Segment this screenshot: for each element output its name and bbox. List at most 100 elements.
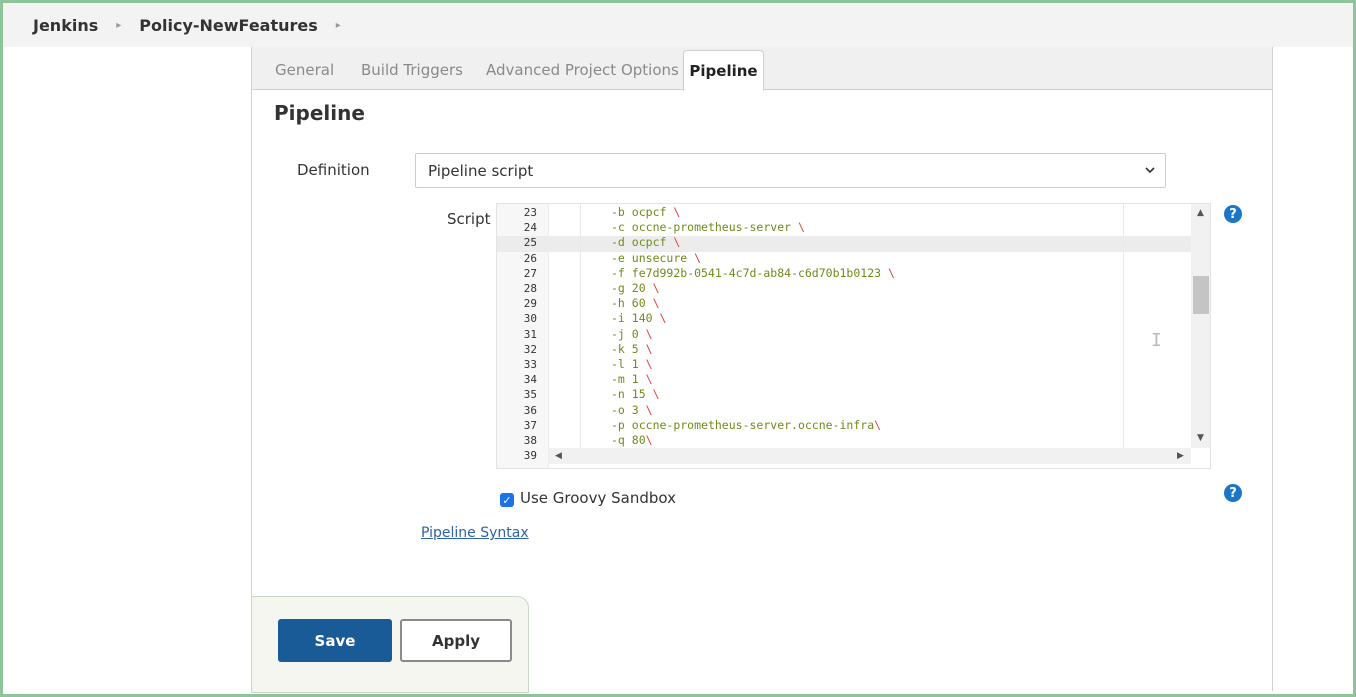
code-continuation: \ xyxy=(638,357,653,371)
vertical-scroll-thumb[interactable] xyxy=(1193,276,1209,314)
chevron-right-icon[interactable]: ▸ xyxy=(336,20,341,31)
line-number: 31 xyxy=(523,327,537,341)
tab-build-triggers[interactable]: Build Triggers xyxy=(361,61,463,79)
code-continuation: \ xyxy=(645,387,660,402)
code-value: occne-prometheus-server xyxy=(631,220,792,235)
code-value: 1 xyxy=(631,372,639,387)
code-option: -n xyxy=(611,387,625,402)
code-option: -e xyxy=(611,250,625,265)
definition-label: Definition xyxy=(297,161,370,179)
script-label: Script xyxy=(447,210,491,228)
code-option: -k xyxy=(611,341,625,356)
tab-advanced-project-options[interactable]: Advanced Project Options xyxy=(486,61,679,79)
code-value: unsecure xyxy=(631,250,688,265)
script-editor[interactable]: I ▲ ▼ ◀ ▶ 23 -b ocpcf \ 24 -c occne-prometh… xyxy=(496,203,1211,469)
line-number: 29 xyxy=(523,297,537,311)
code-continuation: \ xyxy=(666,235,681,250)
active-line-highlight xyxy=(497,236,1191,252)
code-value: 140 xyxy=(631,311,653,326)
code-value: 3 xyxy=(631,402,639,417)
code-line: -n 15 \ xyxy=(611,387,660,401)
scroll-up-icon[interactable]: ▲ xyxy=(1197,208,1204,218)
chevron-right-icon[interactable]: ▸ xyxy=(116,20,121,31)
line-number: 38 xyxy=(523,434,537,447)
line-number: 33 xyxy=(523,358,537,371)
code-value: 20 xyxy=(631,281,646,295)
code-option: -m xyxy=(611,372,625,387)
section-title: Pipeline xyxy=(274,101,365,125)
chevron-down-icon xyxy=(1145,167,1155,174)
definition-value: Pipeline script xyxy=(428,161,534,180)
code-option: -c xyxy=(611,220,625,235)
code-option: -q xyxy=(611,433,625,447)
code-line: -l 1 \ xyxy=(611,357,653,371)
scroll-right-icon[interactable]: ▶ xyxy=(1177,451,1184,461)
code-option: -h xyxy=(611,296,625,311)
pipeline-syntax-link[interactable]: Pipeline Syntax xyxy=(421,525,529,541)
code-continuation: \ xyxy=(881,265,895,280)
code-line: -j 0 \ xyxy=(611,327,653,341)
vertical-scrollbar[interactable] xyxy=(1191,204,1210,448)
code-continuation: \ xyxy=(645,281,660,295)
sandbox-help-icon[interactable]: ? xyxy=(1224,484,1242,502)
scroll-left-icon[interactable]: ◀ xyxy=(555,451,562,461)
print-margin xyxy=(1123,204,1124,448)
line-number: 37 xyxy=(523,418,537,432)
code-value: 80 xyxy=(631,433,646,447)
code-line: -f fe7d992b-0541-4c7d-ab84-c6d70b1b0123 … xyxy=(611,266,895,280)
line-number: 36 xyxy=(523,403,537,417)
breadcrumb-job[interactable]: Policy-NewFeatures xyxy=(139,16,318,35)
code-value: ocpcf xyxy=(631,235,667,250)
code-option: -d xyxy=(611,235,625,250)
code-line: -i 140 \ xyxy=(611,311,666,325)
code-line: -b ocpcf \ xyxy=(611,205,680,219)
code-line: -m 1 \ xyxy=(611,372,653,386)
script-help-icon[interactable]: ? xyxy=(1224,205,1242,223)
code-option: -j xyxy=(611,326,625,341)
code-continuation: \ xyxy=(666,205,681,219)
code-value: 0 xyxy=(631,326,639,341)
code-line: -e unsecure \ xyxy=(611,251,701,265)
line-number: 23 xyxy=(523,206,537,219)
code-line: -p occne-prometheus-server.occne-infra\ xyxy=(611,418,881,432)
horizontal-scrollbar[interactable] xyxy=(549,448,1191,464)
tab-pipeline[interactable]: Pipeline xyxy=(683,50,764,91)
code-continuation: \ xyxy=(791,220,805,235)
definition-select[interactable]: Pipeline script xyxy=(415,153,1166,188)
breadcrumb: Jenkins ▸ Policy-NewFeatures ▸ xyxy=(3,3,1353,47)
code-continuation: \ xyxy=(652,311,667,326)
code-value: 1 xyxy=(631,357,639,371)
code-continuation: \ xyxy=(638,341,653,356)
code-continuation: \ xyxy=(645,433,653,447)
code-continuation: \ xyxy=(638,372,653,387)
code-continuation: \ xyxy=(645,296,660,311)
code-value: 15 xyxy=(631,387,646,402)
code-value: ocpcf xyxy=(631,205,667,219)
code-line: -q 80\ xyxy=(611,433,653,447)
breadcrumb-jenkins[interactable]: Jenkins xyxy=(33,16,98,35)
code-option: -p xyxy=(611,417,625,432)
line-number: 34 xyxy=(523,373,537,387)
code-option: -o xyxy=(611,402,625,417)
code-value: occne-prometheus-server.occne-infra xyxy=(631,417,875,432)
code-value: 60 xyxy=(631,296,646,311)
save-button[interactable]: Save xyxy=(278,619,392,662)
line-number: 26 xyxy=(523,251,537,265)
code-line: -h 60 \ xyxy=(611,296,660,310)
text-cursor-icon: I xyxy=(1151,330,1162,351)
code-continuation: \ xyxy=(638,326,653,341)
code-option: -g xyxy=(611,281,625,295)
code-continuation: \ xyxy=(874,417,882,432)
groovy-sandbox-label[interactable]: Use Groovy Sandbox xyxy=(520,489,676,507)
code-option: -f xyxy=(611,265,625,280)
code-continuation: \ xyxy=(687,250,702,265)
code-line: -g 20 \ xyxy=(611,281,660,295)
line-number: 39 xyxy=(523,449,537,463)
line-number: 30 xyxy=(523,312,537,326)
line-number: 25 xyxy=(523,236,537,250)
line-number: 35 xyxy=(523,388,537,402)
tab-general[interactable]: General xyxy=(275,61,334,79)
groovy-sandbox-checkbox[interactable]: ✓ xyxy=(500,493,514,507)
apply-button[interactable]: Apply xyxy=(400,619,512,662)
scroll-down-icon[interactable]: ▼ xyxy=(1197,433,1204,443)
